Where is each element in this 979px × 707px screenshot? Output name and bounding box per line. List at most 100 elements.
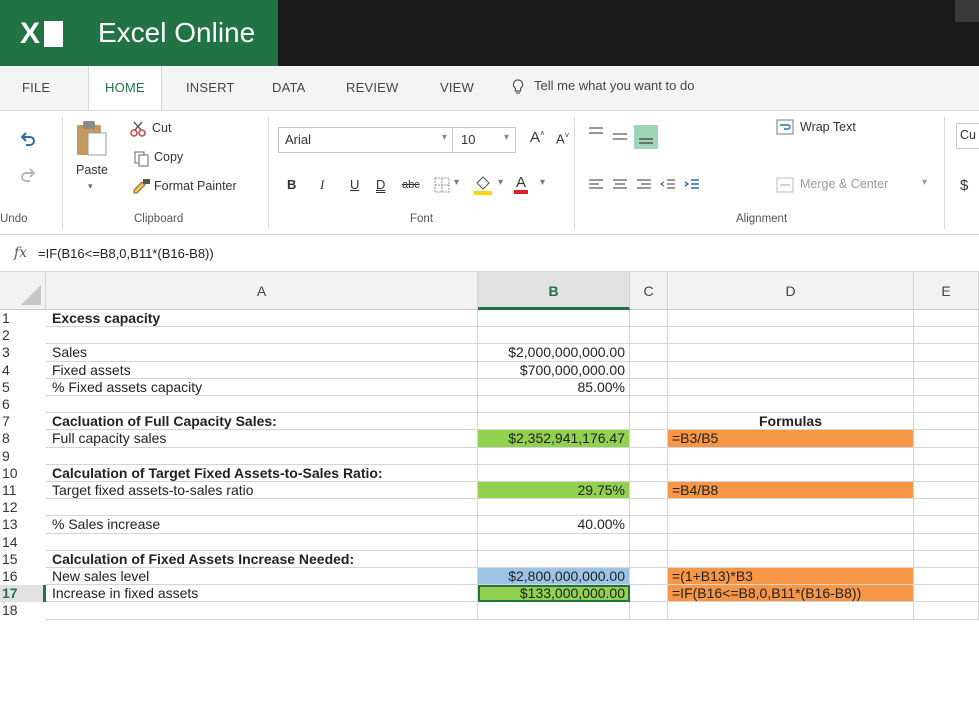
fill-color-icon[interactable] <box>472 173 494 195</box>
cell-b5[interactable]: 85.00% <box>478 378 630 396</box>
cell-d6[interactable] <box>668 396 914 414</box>
cell-e15[interactable] <box>914 550 979 568</box>
cell-e17[interactable] <box>914 585 979 603</box>
cell-b11[interactable]: 29.75% <box>478 482 630 500</box>
row-header[interactable]: 1 <box>0 310 46 328</box>
row-header[interactable]: 18 <box>0 602 46 620</box>
row-header[interactable]: 6 <box>0 396 46 414</box>
cell-b9[interactable] <box>478 447 630 465</box>
cell-e12[interactable] <box>914 499 979 517</box>
cell-d18[interactable] <box>668 602 914 620</box>
bold-button[interactable]: B <box>287 177 296 192</box>
function-icon[interactable]: fx <box>14 245 27 261</box>
redo-icon[interactable] <box>20 167 36 183</box>
chevron-down-icon[interactable]: ▾ <box>922 177 927 188</box>
cell-a6[interactable] <box>46 396 478 414</box>
cell-c1[interactable] <box>630 310 668 328</box>
cell-a10[interactable]: Calculation of Target Fixed Assets-to-Sa… <box>46 464 478 482</box>
row-header[interactable]: 7 <box>0 413 46 431</box>
cell-a8[interactable]: Full capacity sales <box>46 430 478 448</box>
currency-format-button[interactable]: $ <box>960 177 968 194</box>
cell-c12[interactable] <box>630 499 668 517</box>
cell-c2[interactable] <box>630 327 668 345</box>
cell-b1[interactable] <box>478 310 630 328</box>
font-name-select[interactable]: Arial ▾ <box>278 127 454 153</box>
tab-insert[interactable]: INSERT <box>186 66 235 110</box>
cut-button[interactable]: Cut <box>152 121 171 135</box>
cell-a4[interactable]: Fixed assets <box>46 361 478 379</box>
cell-d7[interactable]: Formulas <box>668 413 914 431</box>
row-header[interactable]: 14 <box>0 533 46 551</box>
cell-e13[interactable] <box>914 516 979 534</box>
cell-c11[interactable] <box>630 482 668 500</box>
increase-indent-icon[interactable] <box>684 179 700 191</box>
cell-d2[interactable] <box>668 327 914 345</box>
cell-a12[interactable] <box>46 499 478 517</box>
cell-a9[interactable] <box>46 447 478 465</box>
row-header[interactable]: 9 <box>0 447 46 465</box>
align-center-icon[interactable] <box>612 179 628 191</box>
cell-c4[interactable] <box>630 361 668 379</box>
cell-d14[interactable] <box>668 533 914 551</box>
align-middle-icon[interactable] <box>612 131 628 143</box>
cell-e11[interactable] <box>914 482 979 500</box>
select-all-corner[interactable] <box>0 272 46 310</box>
cell-e4[interactable] <box>914 361 979 379</box>
cell-e18[interactable] <box>914 602 979 620</box>
format-painter-button[interactable]: Format Painter <box>154 179 237 193</box>
font-color-button[interactable]: A <box>514 175 529 194</box>
cell-b7[interactable] <box>478 413 630 431</box>
cell-a5[interactable]: % Fixed assets capacity <box>46 378 478 396</box>
cell-e14[interactable] <box>914 533 979 551</box>
row-header[interactable]: 16 <box>0 568 46 586</box>
number-format-select[interactable]: Cu <box>956 123 979 149</box>
cell-a3[interactable]: Sales <box>46 344 478 362</box>
cell-d11[interactable]: =B4/B8 <box>668 482 914 500</box>
cell-d1[interactable] <box>668 310 914 328</box>
tab-data[interactable]: DATA <box>272 66 306 110</box>
copy-button[interactable]: Copy <box>154 150 183 164</box>
italic-button[interactable]: I <box>320 177 324 193</box>
cell-a11[interactable]: Target fixed assets-to-sales ratio <box>46 482 478 500</box>
cell-b17[interactable]: $133,000,000.00 <box>478 585 630 603</box>
row-header[interactable]: 17 <box>0 585 46 603</box>
cell-c17[interactable] <box>630 585 668 603</box>
cell-e7[interactable] <box>914 413 979 431</box>
borders-icon[interactable] <box>434 177 450 193</box>
cell-e16[interactable] <box>914 568 979 586</box>
double-underline-button[interactable]: D <box>376 177 385 192</box>
undo-icon[interactable] <box>20 131 36 147</box>
tab-file[interactable]: FILE <box>22 66 50 110</box>
tell-me-search[interactable]: Tell me what you want to do <box>512 78 694 98</box>
cell-d9[interactable] <box>668 447 914 465</box>
cell-c10[interactable] <box>630 464 668 482</box>
row-header[interactable]: 10 <box>0 464 46 482</box>
cell-e10[interactable] <box>914 464 979 482</box>
merge-center-button[interactable]: Merge & Center <box>800 177 888 191</box>
chevron-down-icon[interactable]: ▾ <box>540 177 545 188</box>
column-header-e[interactable]: E <box>914 272 979 310</box>
cell-c5[interactable] <box>630 378 668 396</box>
cell-a7[interactable]: Cacluation of Full Capacity Sales: <box>46 413 478 431</box>
chevron-down-icon[interactable]: ▾ <box>498 177 503 188</box>
row-header[interactable]: 5 <box>0 378 46 396</box>
cell-a15[interactable]: Calculation of Fixed Assets Increase Nee… <box>46 550 478 568</box>
cell-e5[interactable] <box>914 378 979 396</box>
tab-home[interactable]: HOME <box>88 66 162 110</box>
cell-c18[interactable] <box>630 602 668 620</box>
cell-e6[interactable] <box>914 396 979 414</box>
cell-e2[interactable] <box>914 327 979 345</box>
cell-b14[interactable] <box>478 533 630 551</box>
underline-button[interactable]: U <box>350 177 359 192</box>
row-header[interactable]: 15 <box>0 550 46 568</box>
wrap-text-button[interactable]: Wrap Text <box>800 120 856 134</box>
cell-b4[interactable]: $700,000,000.00 <box>478 361 630 379</box>
chevron-down-icon[interactable]: ▾ <box>454 177 459 188</box>
cell-e8[interactable] <box>914 430 979 448</box>
cell-a16[interactable]: New sales level <box>46 568 478 586</box>
paste-clipboard-icon[interactable] <box>74 119 108 159</box>
align-right-icon[interactable] <box>636 179 652 191</box>
cell-c6[interactable] <box>630 396 668 414</box>
cell-a17[interactable]: Increase in fixed assets <box>46 585 478 603</box>
paste-button[interactable]: Paste <box>76 163 108 177</box>
